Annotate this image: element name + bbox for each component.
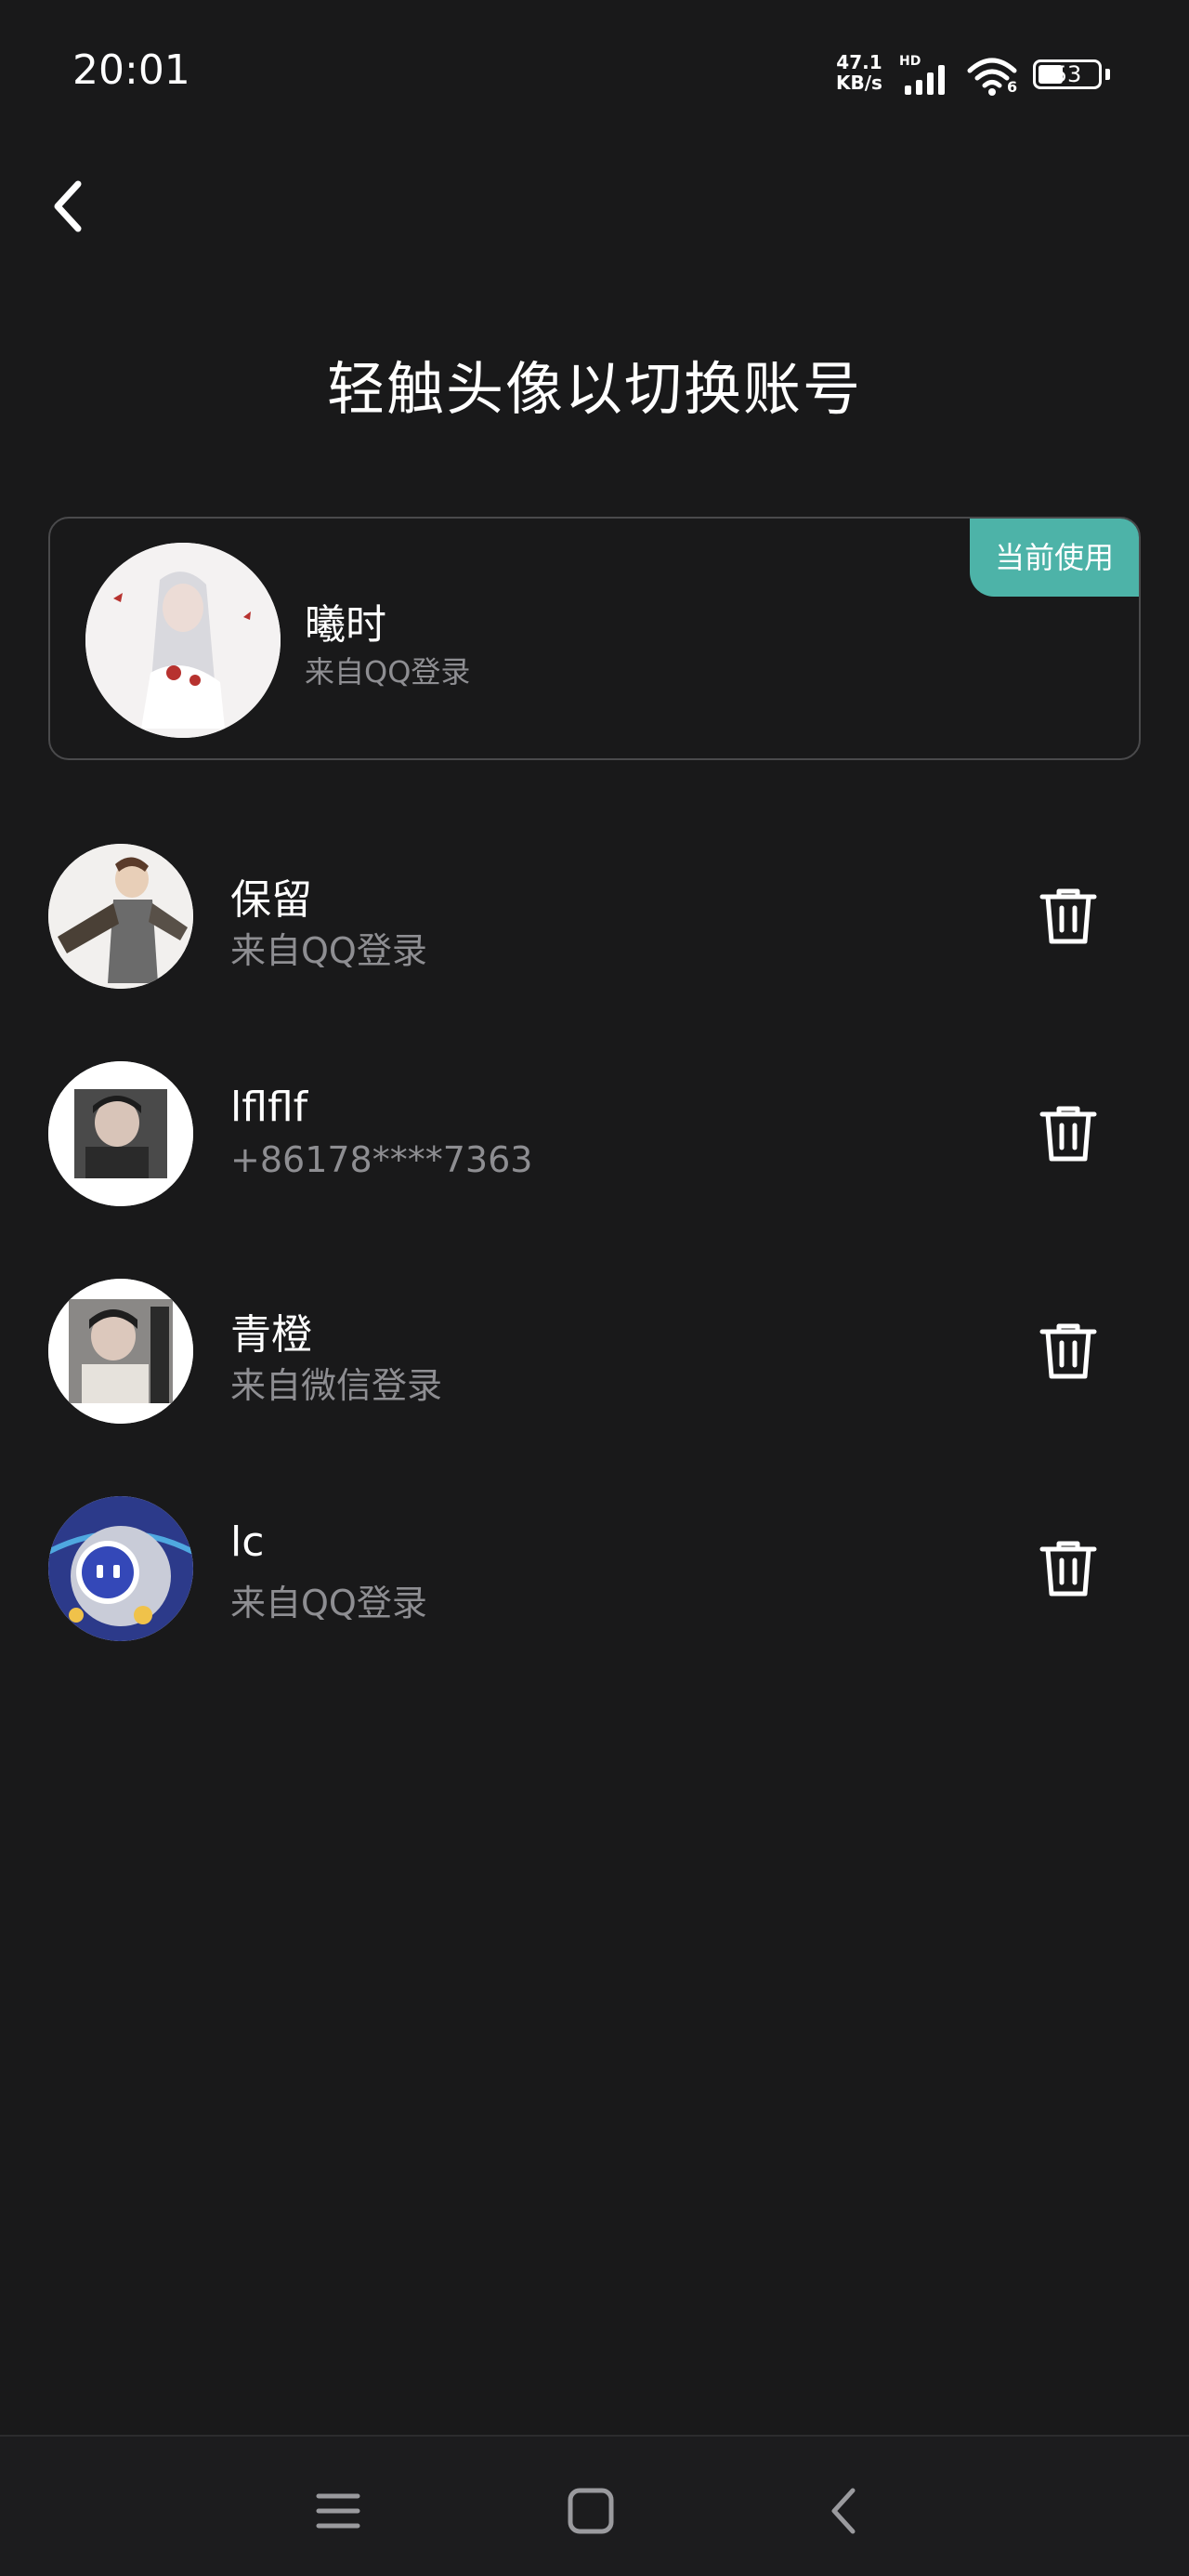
battery-icon: 53 (1033, 59, 1102, 89)
trash-icon (1039, 888, 1097, 944)
avatar-image (85, 543, 281, 738)
menu-icon (316, 2493, 360, 2529)
net-speed-unit: KB/s (836, 72, 882, 94)
delete-account-button[interactable] (1029, 1530, 1107, 1608)
wifi-standard-label: 6 (1007, 78, 1018, 96)
chevron-left-icon (54, 180, 82, 232)
current-account-card[interactable]: 曦时 来自QQ登录 当前使用 (48, 517, 1141, 760)
trash-icon (1039, 1106, 1097, 1162)
avatar-image (48, 1279, 193, 1424)
avatar-image (48, 844, 193, 989)
account-name: lc (230, 1518, 265, 1566)
status-icons: 47.1 KB/s HD 6 53 (836, 52, 1115, 100)
current-use-badge: 当前使用 (970, 519, 1139, 597)
delete-account-button[interactable] (1029, 877, 1107, 955)
account-avatar[interactable] (48, 844, 193, 989)
system-back-button[interactable] (806, 2474, 881, 2548)
delete-account-button[interactable] (1029, 1095, 1107, 1173)
current-account-source: 来自QQ登录 (305, 654, 471, 690)
account-row[interactable]: 保留 来自QQ登录 (48, 844, 1141, 992)
trash-icon (1039, 1541, 1097, 1597)
delete-account-button[interactable] (1029, 1312, 1107, 1390)
signal-icon (905, 65, 945, 95)
net-speed-indicator: 47.1 KB/s (836, 52, 882, 93)
account-avatar[interactable] (48, 1279, 193, 1424)
account-avatar[interactable] (48, 1061, 193, 1206)
battery-level: 53 (1052, 61, 1082, 87)
recents-button[interactable] (301, 2474, 375, 2548)
back-arrow-icon (831, 2488, 856, 2534)
account-avatar[interactable] (48, 1496, 193, 1641)
account-source: 来自微信登录 (230, 1365, 443, 1406)
account-source: 来自QQ登录 (230, 930, 427, 971)
current-account-avatar[interactable] (85, 543, 281, 738)
account-row[interactable]: lflflf +86178****7363 (48, 1061, 1141, 1210)
system-nav-bar (0, 2435, 1189, 2576)
account-name: 保留 (230, 876, 312, 924)
account-name: lflflf (230, 1084, 308, 1131)
account-switch-screen: 20:01 47.1 KB/s HD 6 53 轻触头像以切换账号 曦时 来自Q… (0, 0, 1189, 2576)
account-row[interactable]: lc 来自QQ登录 (48, 1496, 1141, 1645)
current-account-name: 曦时 (305, 601, 386, 649)
avatar-image (48, 1496, 193, 1641)
net-speed-value: 47.1 (836, 51, 882, 73)
account-row[interactable]: 青橙 来自微信登录 (48, 1279, 1141, 1427)
page-title: 轻触头像以切换账号 (326, 355, 862, 423)
home-button[interactable] (554, 2474, 628, 2548)
account-source: +86178****7363 (230, 1139, 533, 1180)
account-source: 来自QQ登录 (230, 1583, 427, 1623)
trash-icon (1039, 1323, 1097, 1379)
avatar-image (48, 1061, 193, 1206)
status-time: 20:01 (72, 46, 190, 94)
back-button[interactable] (41, 173, 93, 240)
home-square-icon (568, 2488, 614, 2534)
battery-tip (1105, 69, 1110, 80)
account-name: 青橙 (230, 1311, 312, 1359)
